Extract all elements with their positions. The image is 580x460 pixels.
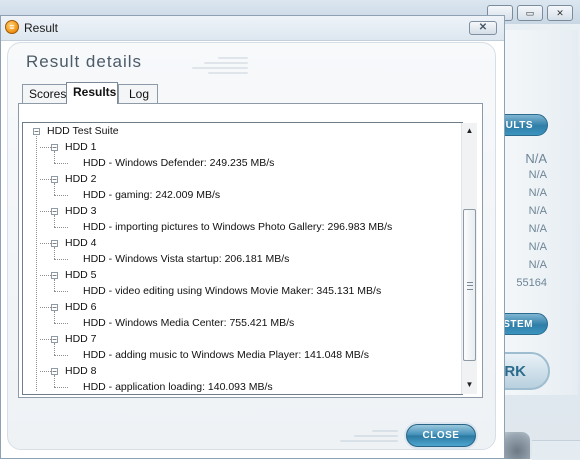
tree-connector	[40, 211, 51, 212]
minus-icon[interactable]: −	[51, 304, 58, 312]
minus-icon[interactable]: −	[33, 128, 40, 136]
tree-group[interactable]: HDD 2	[65, 173, 97, 186]
background-value: N/A	[528, 223, 547, 235]
tree-connector	[40, 243, 51, 244]
tree-connector	[40, 339, 51, 340]
scrollbar-thumb[interactable]	[463, 209, 476, 361]
dialog-title: Result	[24, 21, 59, 35]
scroll-up-arrow-icon[interactable]: ▲	[462, 123, 477, 139]
tree-connector	[54, 195, 68, 196]
tree-connector	[40, 147, 51, 148]
tree-connector	[54, 291, 68, 292]
tab-scores[interactable]: Scores	[22, 84, 67, 103]
minus-icon[interactable]: −	[51, 368, 58, 376]
minus-icon[interactable]: −	[51, 336, 58, 344]
tree-group[interactable]: HDD 7	[65, 333, 97, 346]
background-value: N/A	[528, 169, 547, 181]
tree-connector	[54, 259, 68, 260]
tree-group[interactable]: HDD 8	[65, 365, 97, 378]
tree-connector	[54, 247, 55, 259]
maximize-button[interactable]: ▭	[517, 5, 543, 21]
tree-connector	[54, 355, 68, 356]
minus-icon[interactable]: −	[51, 144, 58, 152]
tree-connector	[40, 371, 51, 372]
tree-connector	[54, 323, 68, 324]
minus-icon[interactable]: −	[51, 176, 58, 184]
tab-results[interactable]: Results	[66, 82, 118, 104]
tree-leaf[interactable]: HDD - application loading: 140.093 MB/s	[83, 381, 273, 394]
tree-connector	[54, 387, 68, 388]
tree-connector	[36, 131, 37, 391]
tree-group[interactable]: HDD 3	[65, 205, 97, 218]
tree-connector	[54, 215, 55, 227]
close-button[interactable]: CLOSE	[406, 424, 476, 447]
tree-group[interactable]: HDD 5	[65, 269, 97, 282]
tree-root[interactable]: HDD Test Suite	[47, 125, 119, 138]
tree-leaf[interactable]: HDD - adding music to Windows Media Play…	[83, 349, 369, 362]
grip-icon	[467, 282, 473, 290]
background-value: N/A	[528, 259, 547, 271]
tree-leaf[interactable]: HDD - video editing using Windows Movie …	[83, 285, 381, 298]
decorative-lines	[188, 53, 248, 79]
tree-connector	[54, 227, 68, 228]
page-title: Result details	[26, 52, 143, 71]
tree-connector	[40, 179, 51, 180]
tree-connector	[54, 311, 55, 323]
decorative-lines	[338, 428, 398, 446]
scroll-down-arrow-icon[interactable]: ▼	[462, 377, 477, 393]
tree-scrollbar[interactable]: ▲ ▼	[461, 123, 477, 394]
tree-connector	[54, 151, 55, 163]
background-value: N/A	[528, 241, 547, 253]
close-icon[interactable]: ✕	[469, 21, 497, 35]
tree-connector	[40, 275, 51, 276]
background-value: N/A	[528, 187, 547, 199]
tree-group[interactable]: HDD 6	[65, 301, 97, 314]
background-decoration	[532, 440, 580, 460]
dialog-titlebar[interactable]: ≡ Result ✕	[1, 16, 504, 41]
minus-icon[interactable]: −	[51, 208, 58, 216]
minus-icon[interactable]: −	[51, 240, 58, 248]
tree-connector	[54, 343, 55, 355]
background-value: 55164	[516, 277, 547, 289]
tree-connector	[54, 183, 55, 195]
result-app-icon: ≡	[5, 20, 19, 34]
tab-log[interactable]: Log	[118, 84, 158, 103]
background-value: N/A	[528, 205, 547, 217]
tree-connector	[54, 279, 55, 291]
minus-icon[interactable]: −	[51, 272, 58, 280]
tree-leaf[interactable]: HDD - Windows Media Center: 755.421 MB/s	[83, 317, 294, 330]
background-value: N/A	[525, 151, 547, 166]
tree-connector	[40, 307, 51, 308]
tree-connector	[54, 163, 68, 164]
tree-leaf[interactable]: HDD - Windows Defender: 249.235 MB/s	[83, 157, 274, 170]
results-tree[interactable]: − HDD Test Suite − HDD 1 HDD - Windows D…	[22, 122, 463, 395]
tree-leaf[interactable]: HDD - importing pictures to Windows Phot…	[83, 221, 392, 234]
tree-connector	[54, 375, 55, 387]
tree-group[interactable]: HDD 1	[65, 141, 97, 154]
tree-leaf[interactable]: HDD - Windows Vista startup: 206.181 MB/…	[83, 253, 289, 266]
tree-group[interactable]: HDD 4	[65, 237, 97, 250]
tree-leaf[interactable]: HDD - gaming: 242.009 MB/s	[83, 189, 220, 202]
background-close-button[interactable]: ✕	[547, 5, 573, 21]
